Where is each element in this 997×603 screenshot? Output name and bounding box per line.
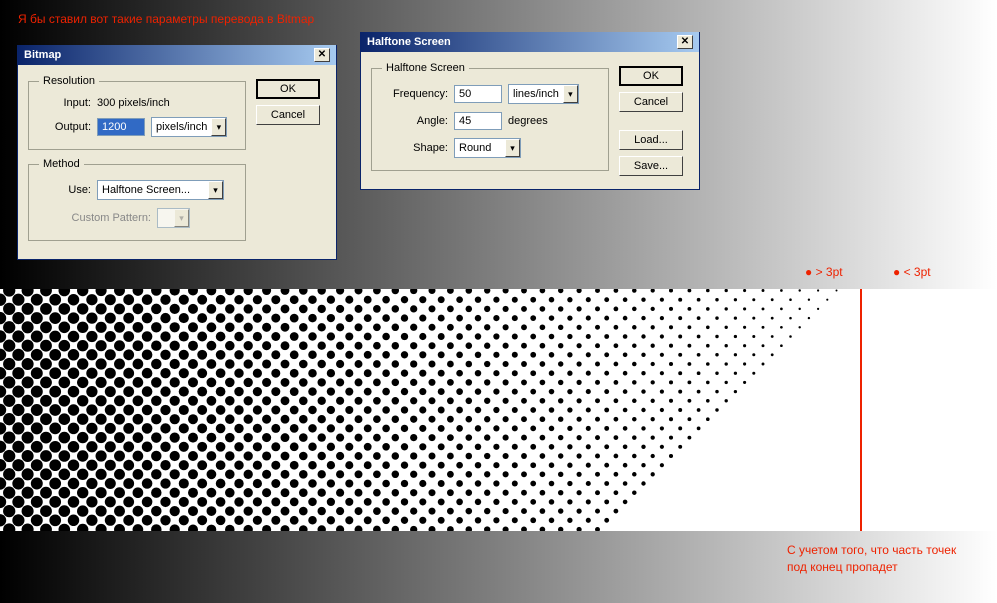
halftone-dialog-title: Halftone Screen [367, 36, 451, 48]
frequency-label: Frequency: [382, 88, 448, 100]
output-unit-value: pixels/inch [152, 121, 211, 133]
chevron-down-icon [174, 209, 189, 227]
annotation-top: Я бы ставил вот такие параметры перевода… [18, 12, 314, 26]
bitmap-dialog-titlebar[interactable]: Bitmap ✕ [18, 45, 336, 65]
bitmap-dialog-title: Bitmap [24, 49, 61, 61]
annotation-marker-b: ● < 3pt [893, 265, 931, 279]
output-unit-select[interactable]: pixels/inch [151, 117, 227, 137]
annotation-bottom: С учетом того, что часть точек под конец… [787, 542, 956, 576]
angle-unit: degrees [508, 115, 548, 127]
use-label: Use: [39, 184, 91, 196]
ok-button[interactable]: OK [256, 79, 320, 99]
annotation-marker-a: ● > 3pt [805, 265, 843, 279]
ok-button[interactable]: OK [619, 66, 683, 86]
cancel-button[interactable]: Cancel [619, 92, 683, 112]
chevron-down-icon[interactable] [563, 85, 578, 103]
shape-label: Shape: [382, 142, 448, 154]
close-icon[interactable]: ✕ [314, 48, 330, 62]
frequency-unit-value: lines/inch [509, 88, 563, 100]
chevron-down-icon[interactable] [208, 181, 223, 199]
output-input[interactable] [97, 118, 145, 136]
frequency-unit-select[interactable]: lines/inch [508, 84, 579, 104]
halftone-legend: Halftone Screen [382, 62, 469, 74]
halftone-dialog-titlebar[interactable]: Halftone Screen ✕ [361, 32, 699, 52]
use-select[interactable]: Halftone Screen... [97, 180, 224, 200]
close-icon[interactable]: ✕ [677, 35, 693, 49]
cancel-button[interactable]: Cancel [256, 105, 320, 125]
annotation-bottom-l1: С учетом того, что часть точек [787, 542, 956, 559]
chevron-down-icon[interactable] [505, 139, 520, 157]
shape-select[interactable]: Round [454, 138, 521, 158]
halftone-dialog: Halftone Screen ✕ Halftone Screen Freque… [360, 32, 700, 190]
halftone-preview [0, 289, 997, 531]
save-button[interactable]: Save... [619, 156, 683, 176]
frequency-input[interactable] [454, 85, 502, 103]
resolution-group: Resolution Input: 300 pixels/inch Output… [28, 75, 246, 150]
resolution-legend: Resolution [39, 75, 99, 87]
angle-label: Angle: [382, 115, 448, 127]
shape-value: Round [455, 142, 505, 154]
method-group: Method Use: Halftone Screen... Custom Pa… [28, 158, 246, 241]
output-label: Output: [39, 121, 91, 133]
threshold-line [860, 289, 862, 531]
input-value: 300 pixels/inch [97, 97, 170, 109]
chevron-down-icon[interactable] [211, 118, 226, 136]
load-button[interactable]: Load... [619, 130, 683, 150]
angle-input[interactable] [454, 112, 502, 130]
annotation-bottom-l2: под конец пропадет [787, 559, 956, 576]
custom-pattern-select [157, 208, 190, 228]
bitmap-dialog: Bitmap ✕ Resolution Input: 300 pixels/in… [17, 45, 337, 260]
input-label: Input: [39, 97, 91, 109]
use-value: Halftone Screen... [98, 184, 208, 196]
custom-pattern-label: Custom Pattern: [39, 212, 151, 224]
halftone-group: Halftone Screen Frequency: lines/inch An… [371, 62, 609, 171]
method-legend: Method [39, 158, 84, 170]
